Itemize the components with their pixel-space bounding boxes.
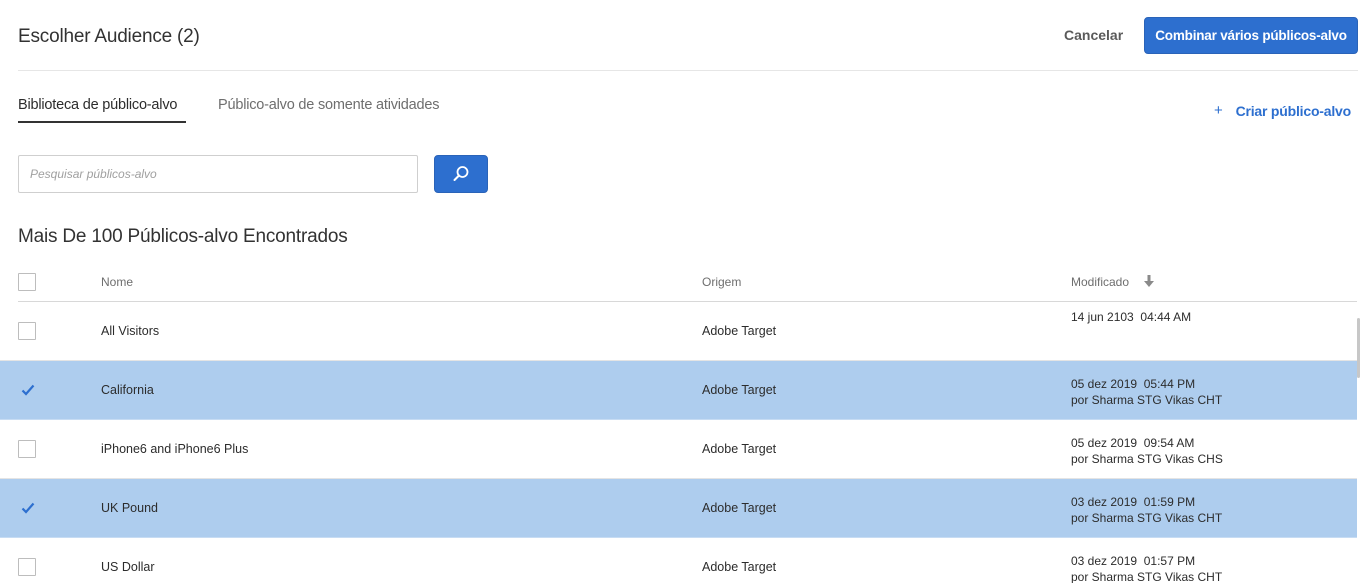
checkmark-icon bbox=[21, 502, 35, 514]
select-all-checkbox[interactable] bbox=[18, 273, 36, 291]
tab-audience-library[interactable]: Biblioteca de público-alvo bbox=[18, 97, 177, 113]
plus-icon: + bbox=[1214, 102, 1223, 119]
column-header-modified[interactable]: Modificado bbox=[1071, 275, 1129, 289]
modified-date: 05 dez 2019 05:44 PM bbox=[1071, 377, 1196, 391]
table-row[interactable]: US Dollar Adobe Target 03 dez 2019 01:57 P… bbox=[0, 538, 1357, 583]
dialog-header: Escolher Audience (2) Cancelar Combinar … bbox=[0, 0, 1360, 72]
row-checkbox[interactable] bbox=[18, 322, 36, 340]
modified-date: 05 dez 2019 09:54 AM bbox=[1071, 436, 1195, 450]
row-checkbox[interactable] bbox=[18, 558, 36, 576]
cell-origin: Adobe Target bbox=[702, 442, 777, 456]
checkmark-icon bbox=[21, 384, 35, 396]
cell-name: iPhone6 and iPhone6 Plus bbox=[101, 442, 249, 456]
table-header: Nome Origem Modificado bbox=[18, 262, 1357, 302]
table-row[interactable]: California Adobe Target 05 dez 2019 05:44 … bbox=[0, 361, 1357, 420]
cell-modified: 14 jun 2103 04:44 AM bbox=[1071, 309, 1191, 325]
arrow-down-icon[interactable] bbox=[1144, 275, 1154, 288]
cell-modified: 05 dez 2019 09:54 AM por Sharma STG Vikas… bbox=[1071, 435, 1223, 467]
cell-name: All Visitors bbox=[101, 324, 160, 338]
search-button[interactable] bbox=[434, 155, 488, 193]
table-row[interactable]: UK Pound Adobe Target 03 dez 2019 01:59 PM… bbox=[0, 479, 1357, 538]
cell-name: UK Pound bbox=[101, 501, 158, 515]
create-audience-label: Criar público-alvo bbox=[1235, 102, 1352, 119]
modified-by: por Sharma STG Vikas CHT bbox=[1071, 570, 1223, 583]
cell-origin: Adobe Target bbox=[702, 324, 777, 338]
dialog-title: Escolher Audience (2) bbox=[18, 26, 200, 47]
combine-audiences-button[interactable]: Combinar vários públicos-alvo bbox=[1144, 17, 1358, 54]
create-audience-link[interactable]: + Criar público-alvo bbox=[1214, 102, 1351, 119]
row-checkbox[interactable] bbox=[18, 499, 36, 517]
search-icon bbox=[453, 166, 469, 181]
modified-by: por Sharma STG Vikas CHS bbox=[1071, 452, 1223, 466]
row-checkbox[interactable] bbox=[18, 440, 36, 458]
cell-name: California bbox=[101, 383, 154, 397]
search-input[interactable] bbox=[18, 155, 418, 193]
column-header-name[interactable]: Nome bbox=[101, 275, 133, 289]
header-divider bbox=[18, 70, 1358, 71]
results-count-title: Mais De 100 Públicos-alvo Encontrados bbox=[18, 226, 348, 247]
table-row[interactable]: All Visitors Adobe Target 14 jun 2103 04:4… bbox=[0, 302, 1357, 361]
cell-modified: 03 dez 2019 01:57 PM por Sharma STG Vikas… bbox=[1071, 553, 1222, 583]
modified-date: 14 jun 2103 04:44 AM bbox=[1071, 310, 1192, 324]
cell-name: US Dollar bbox=[101, 560, 155, 574]
cell-modified: 05 dez 2019 05:44 PM por Sharma STG Vikas… bbox=[1071, 376, 1222, 408]
modified-date: 03 dez 2019 01:59 PM bbox=[1071, 495, 1196, 509]
cell-origin: Adobe Target bbox=[702, 383, 777, 397]
modified-by: por Sharma STG Vikas CHT bbox=[1071, 511, 1223, 525]
table-body: All Visitors Adobe Target 14 jun 2103 04:4… bbox=[0, 302, 1357, 583]
cell-modified: 03 dez 2019 01:59 PM por Sharma STG Vikas… bbox=[1071, 494, 1222, 526]
cancel-button[interactable]: Cancelar bbox=[1064, 27, 1123, 43]
column-header-origin[interactable]: Origem bbox=[702, 275, 741, 289]
table-row[interactable]: iPhone6 and iPhone6 Plus Adobe Target 05 d… bbox=[0, 420, 1357, 479]
cell-origin: Adobe Target bbox=[702, 501, 777, 515]
row-checkbox[interactable] bbox=[18, 381, 36, 399]
cell-origin: Adobe Target bbox=[702, 560, 777, 574]
tab-activity-only-audiences[interactable]: Público-alvo de somente atividades bbox=[218, 97, 440, 113]
active-tab-indicator bbox=[18, 121, 186, 123]
audience-table: Nome Origem Modificado All Visitors Adobe… bbox=[0, 262, 1357, 583]
modified-date: 03 dez 2019 01:57 PM bbox=[1071, 554, 1196, 568]
modified-by: por Sharma STG Vikas CHT bbox=[1071, 393, 1223, 407]
